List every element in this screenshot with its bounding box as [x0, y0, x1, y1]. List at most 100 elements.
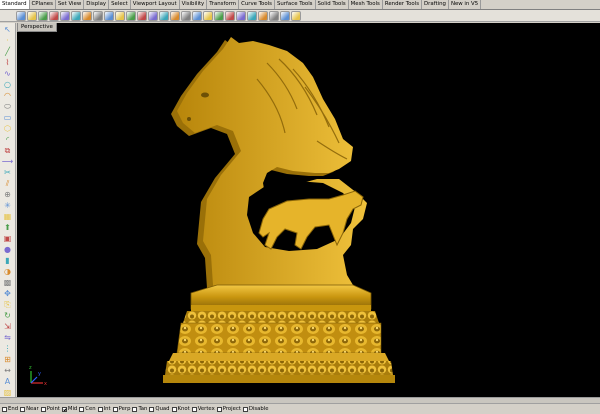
- tab-set-view[interactable]: Set View: [56, 0, 85, 9]
- tab-surface-tools[interactable]: Surface Tools: [275, 0, 316, 9]
- osnap-cen[interactable]: Cen: [79, 406, 96, 412]
- save-icon[interactable]: [38, 10, 48, 21]
- copy-icon[interactable]: [71, 10, 81, 21]
- select-icon[interactable]: ↖: [2, 25, 14, 35]
- wireframe-icon[interactable]: [225, 10, 235, 21]
- tab-select[interactable]: Select: [109, 0, 131, 9]
- rotate-icon[interactable]: ↻: [2, 311, 14, 321]
- tab-cplanes[interactable]: CPlanes: [30, 0, 56, 9]
- offset-icon[interactable]: ⧉: [2, 146, 14, 156]
- perspective-viewport[interactable]: x z y Perspective: [17, 23, 600, 397]
- extend-icon[interactable]: ⟶: [2, 157, 14, 167]
- horse-sculpture-model[interactable]: x z y: [17, 23, 600, 397]
- boolean-icon[interactable]: ◑: [2, 267, 14, 277]
- redo-icon[interactable]: [104, 10, 114, 21]
- zoom-icon[interactable]: [137, 10, 147, 21]
- mirror-icon[interactable]: ⇋: [2, 333, 14, 343]
- ellipse-icon[interactable]: ⬭: [2, 102, 14, 112]
- split-icon[interactable]: ⫽: [2, 179, 14, 189]
- curve-icon[interactable]: ∿: [2, 69, 14, 79]
- group-icon[interactable]: ⊞: [2, 355, 14, 365]
- osnap-vertex-checkbox[interactable]: [191, 406, 197, 412]
- osnap-point[interactable]: Point: [40, 406, 60, 412]
- osnap-int-checkbox[interactable]: [97, 406, 103, 412]
- paste-icon[interactable]: [82, 10, 92, 21]
- explode-icon[interactable]: ✳: [2, 201, 14, 211]
- open-icon[interactable]: [27, 10, 37, 21]
- print-icon[interactable]: [49, 10, 59, 21]
- light-icon[interactable]: [280, 10, 290, 21]
- osnap-disable-checkbox[interactable]: [242, 406, 248, 412]
- join-icon[interactable]: ⊕: [2, 190, 14, 200]
- osnap-tan[interactable]: Tan: [132, 406, 147, 412]
- text-icon[interactable]: A: [2, 377, 14, 387]
- viewport-4-icon[interactable]: [181, 10, 191, 21]
- osnap-tan-checkbox[interactable]: [132, 406, 138, 412]
- tab-transform[interactable]: Transform: [207, 0, 240, 9]
- viewport-title-tab[interactable]: Perspective: [17, 23, 57, 32]
- render-icon[interactable]: [258, 10, 268, 21]
- copy-icon[interactable]: ⎘: [2, 300, 14, 310]
- tab-solid-tools[interactable]: Solid Tools: [316, 0, 349, 9]
- array-icon[interactable]: ⋮: [2, 344, 14, 354]
- properties-icon[interactable]: [214, 10, 224, 21]
- osnap-knot-checkbox[interactable]: [171, 406, 177, 412]
- fillet-icon[interactable]: ◜: [2, 135, 14, 145]
- box-icon[interactable]: ▣: [2, 234, 14, 244]
- tab-display[interactable]: Display: [84, 0, 110, 9]
- move-icon[interactable]: ✥: [2, 289, 14, 299]
- trim-icon[interactable]: ✂: [2, 168, 14, 178]
- cut-icon[interactable]: [60, 10, 70, 21]
- shaded-icon[interactable]: [236, 10, 246, 21]
- tab-standard[interactable]: Standard: [0, 0, 30, 9]
- hatch-icon[interactable]: ▨: [2, 388, 14, 397]
- new-icon[interactable]: [16, 10, 26, 21]
- scale-icon[interactable]: ⇲: [2, 322, 14, 332]
- osnap-near[interactable]: Near: [20, 406, 39, 412]
- pan-icon[interactable]: [115, 10, 125, 21]
- tab-new-in-v5[interactable]: New in V5: [449, 0, 482, 9]
- tab-curve-tools[interactable]: Curve Tools: [239, 0, 275, 9]
- osnap-quad-checkbox[interactable]: [149, 406, 155, 412]
- material-icon[interactable]: [269, 10, 279, 21]
- osnap-near-checkbox[interactable]: [20, 406, 26, 412]
- tab-visibility[interactable]: Visibility: [180, 0, 208, 9]
- line-icon[interactable]: ╱: [2, 47, 14, 57]
- options-icon[interactable]: [192, 10, 202, 21]
- sphere-icon[interactable]: ●: [2, 245, 14, 255]
- osnap-knot[interactable]: Knot: [171, 406, 190, 412]
- cylinder-icon[interactable]: ▮: [2, 256, 14, 266]
- osnap-cen-checkbox[interactable]: [79, 406, 85, 412]
- tab-render-tools[interactable]: Render Tools: [383, 0, 423, 9]
- arc-icon[interactable]: ◠: [2, 91, 14, 101]
- polyline-icon[interactable]: ⌇: [2, 58, 14, 68]
- osnap-perp-checkbox[interactable]: [112, 406, 118, 412]
- osnap-mid[interactable]: Mid: [61, 406, 77, 412]
- mesh-icon[interactable]: ▩: [2, 278, 14, 288]
- rendered-icon[interactable]: [247, 10, 257, 21]
- rectangle-icon[interactable]: ▭: [2, 113, 14, 123]
- osnap-project[interactable]: Project: [216, 406, 241, 412]
- polygon-icon[interactable]: ⬡: [2, 124, 14, 134]
- osnap-perp[interactable]: Perp: [112, 406, 130, 412]
- osnap-end-checkbox[interactable]: [2, 406, 7, 412]
- layer-icon[interactable]: [203, 10, 213, 21]
- osnap-point-checkbox[interactable]: [40, 406, 46, 412]
- osnap-end[interactable]: End: [2, 406, 18, 412]
- osnap-vertex[interactable]: Vertex: [191, 406, 215, 412]
- osnap-mid-checkbox[interactable]: [61, 406, 67, 412]
- osnap-quad[interactable]: Quad: [149, 406, 170, 412]
- tab-mesh-tools[interactable]: Mesh Tools: [349, 0, 383, 9]
- point-icon[interactable]: ·: [2, 36, 14, 46]
- help-icon[interactable]: [291, 10, 301, 21]
- circle-icon[interactable]: ○: [2, 80, 14, 90]
- dimension-icon[interactable]: ↔: [2, 366, 14, 376]
- zoom-selected-icon[interactable]: [170, 10, 180, 21]
- zoom-window-icon[interactable]: [148, 10, 158, 21]
- tab-viewport-layout[interactable]: Viewport Layout: [131, 0, 180, 9]
- zoom-extents-icon[interactable]: [159, 10, 169, 21]
- undo-icon[interactable]: [93, 10, 103, 21]
- tab-drafting[interactable]: Drafting: [422, 0, 449, 9]
- osnap-int[interactable]: Int: [97, 406, 111, 412]
- osnap-project-checkbox[interactable]: [216, 406, 222, 412]
